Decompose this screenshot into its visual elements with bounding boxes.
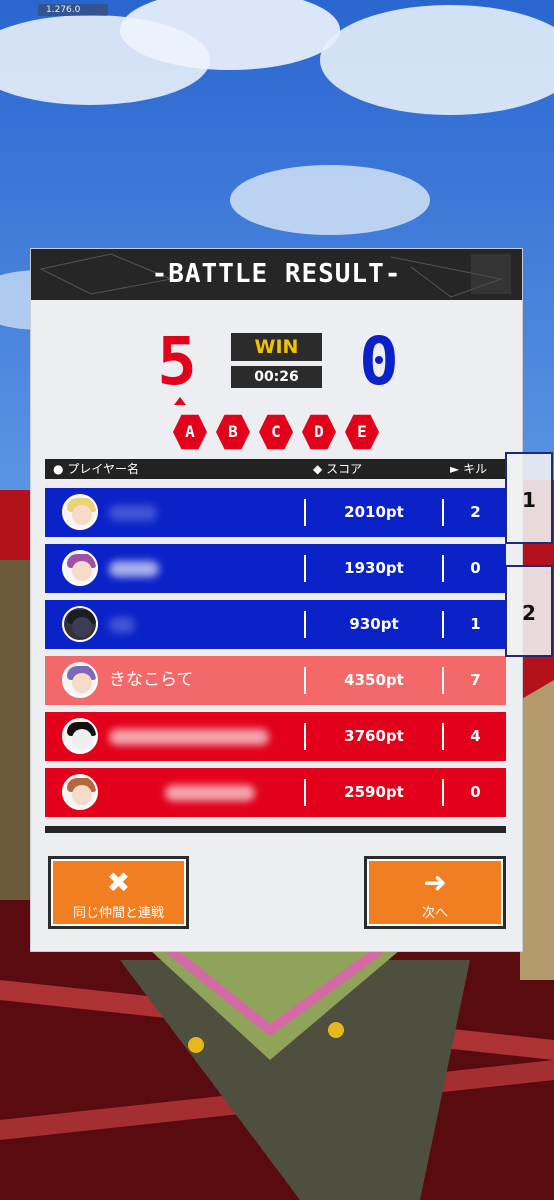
kill-column-label: キル <box>463 462 488 476</box>
player-score: 4350pt <box>344 671 404 689</box>
blurred-name <box>165 785 255 801</box>
player-kills: 2 <box>470 503 481 521</box>
red-team-score: 5 <box>157 323 197 400</box>
team-battle-label: 同じ仲間と連戦 <box>72 906 164 921</box>
player-kills: 1 <box>470 615 481 633</box>
player-avatar <box>62 550 98 586</box>
next-button[interactable]: ➜ 次へ <box>364 856 506 929</box>
player-column-label: プレイヤー名 <box>67 462 139 476</box>
zone-badges: A B C D E <box>171 414 386 450</box>
zone-badge-c: C <box>259 414 293 450</box>
player-avatar <box>62 718 98 754</box>
player-row[interactable]: 2010pt 2 <box>45 488 506 537</box>
player-avatar <box>62 606 98 642</box>
player-row-self[interactable]: きなこらて 4350pt 7 <box>45 656 506 705</box>
player-kills: 7 <box>470 671 481 689</box>
table-footer-bar <box>45 826 506 833</box>
table-header: ● プレイヤー名 ◆ スコア ► キル <box>45 459 506 479</box>
player-score: 2010pt <box>344 503 404 521</box>
zone-badge-e: E <box>345 414 379 450</box>
side-tab-1[interactable]: 1 <box>505 452 553 544</box>
score-column-label: スコア <box>326 462 363 476</box>
zone-badge-a: A <box>173 414 207 450</box>
player-avatar <box>62 774 98 810</box>
result-header: -BATTLE RESULT- <box>31 249 522 300</box>
player-kills: 0 <box>470 783 481 801</box>
blurred-name <box>109 617 135 633</box>
player-score: 930pt <box>349 615 399 633</box>
blue-team-score: 0 <box>359 323 399 400</box>
side-tab-2[interactable]: 2 <box>505 565 553 657</box>
player-score: 2590pt <box>344 783 404 801</box>
result-title: -BATTLE RESULT- <box>151 259 402 289</box>
battle-result-panel: -BATTLE RESULT- 5 WIN 00:26 0 A B C D E … <box>31 249 522 951</box>
player-row[interactable]: 3760pt 4 <box>45 712 506 761</box>
player-avatar <box>62 494 98 530</box>
team-indicator-caret <box>174 397 186 405</box>
person-icon: ● <box>53 462 64 476</box>
player-score: 1930pt <box>344 559 404 577</box>
zone-badge-b: B <box>216 414 250 450</box>
kill-icon: ► <box>450 462 460 476</box>
player-name: きなこらて <box>109 670 194 690</box>
zone-badge-d: D <box>302 414 336 450</box>
arrow-right-icon: ➜ <box>423 866 447 899</box>
blurred-name <box>109 729 269 745</box>
team-battle-button[interactable]: ✖ 同じ仲間と連戦 <box>48 856 189 929</box>
player-row[interactable]: 1930pt 0 <box>45 544 506 593</box>
score-icon: ◆ <box>313 462 323 476</box>
blurred-name <box>109 561 159 577</box>
player-kills: 4 <box>470 727 481 745</box>
blurred-name <box>109 505 157 521</box>
player-score: 3760pt <box>344 727 404 745</box>
version-label: 1.276.0 <box>38 4 108 16</box>
next-label: 次へ <box>421 906 448 921</box>
player-row[interactable]: 2590pt 0 <box>45 768 506 817</box>
crossed-swords-icon: ✖ <box>106 866 131 899</box>
player-kills: 0 <box>470 559 481 577</box>
player-avatar <box>62 662 98 698</box>
match-time: 00:26 <box>231 366 322 388</box>
win-label: WIN <box>231 333 322 361</box>
player-row[interactable]: 930pt 1 <box>45 600 506 649</box>
